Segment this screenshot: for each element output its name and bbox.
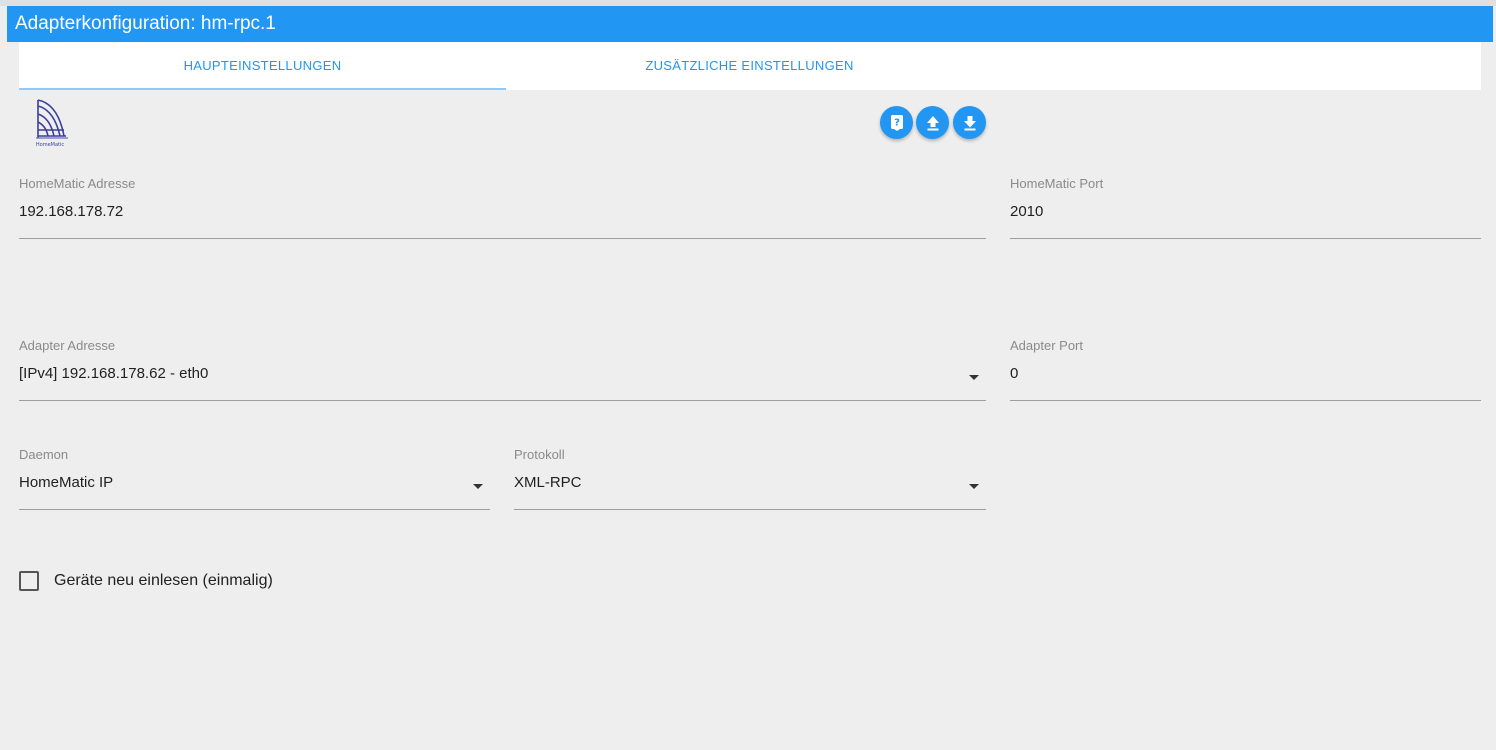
adapter-port-field[interactable]: Adapter Port 0 [1010,338,1481,401]
homematic-address-input[interactable]: 192.168.178.72 [19,203,123,220]
homematic-port-underline [1010,238,1481,239]
upload-button[interactable] [916,106,949,139]
chevron-down-icon[interactable] [969,375,979,380]
protocol-underline [514,509,986,510]
protocol-label: Protokoll [514,447,565,462]
adapter-port-underline [1010,400,1481,401]
download-button[interactable] [953,106,986,139]
daemon-underline [19,509,490,510]
homematic-port-field[interactable]: HomeMatic Port 2010 [1010,176,1481,239]
daemon-select[interactable]: Daemon HomeMatic IP [19,447,490,510]
protocol-value: XML-RPC [514,474,582,491]
homematic-port-input[interactable]: 2010 [1010,203,1043,220]
adapter-address-underline [19,400,986,401]
tab-bar: HAUPTEINSTELLUNGEN ZUSÄTZLICHE EINSTELLU… [19,42,1481,90]
homematic-address-label: HomeMatic Adresse [19,176,136,191]
tab-main-settings[interactable]: HAUPTEINSTELLUNGEN [19,42,506,90]
download-icon [963,115,976,130]
upload-icon [926,115,939,130]
help-book-icon: ? [890,114,903,131]
homematic-address-underline [19,238,986,239]
daemon-label: Daemon [19,447,69,462]
svg-text:HomeMatic: HomeMatic [36,142,64,148]
adapter-address-value: [IPv4] 192.168.178.62 - eth0 [19,365,209,382]
tab-additional-settings[interactable]: ZUSÄTZLICHE EINSTELLUNGEN [506,42,993,90]
protocol-select[interactable]: Protokoll XML-RPC [514,447,986,510]
chevron-down-icon[interactable] [969,484,979,489]
daemon-value: HomeMatic IP [19,474,114,491]
adapter-address-label: Adapter Adresse [19,338,116,353]
adapter-port-label: Adapter Port [1010,338,1083,353]
reread-devices-checkbox[interactable] [19,571,39,591]
homematic-address-field[interactable]: HomeMatic Adresse 192.168.178.72 [19,176,986,239]
reread-devices-label[interactable]: Geräte neu einlesen (einmalig) [54,572,273,590]
svg-text:?: ? [894,117,900,128]
adapter-address-select[interactable]: Adapter Adresse [IPv4] 192.168.178.62 - … [19,338,986,401]
chevron-down-icon[interactable] [473,484,483,489]
homematic-logo: HomeMatic [36,99,68,148]
page-title: Adapterkonfiguration: hm-rpc.1 [7,6,1493,42]
adapter-port-input[interactable]: 0 [1010,365,1018,382]
help-button[interactable]: ? [880,106,913,139]
homematic-port-label: HomeMatic Port [1010,176,1104,191]
